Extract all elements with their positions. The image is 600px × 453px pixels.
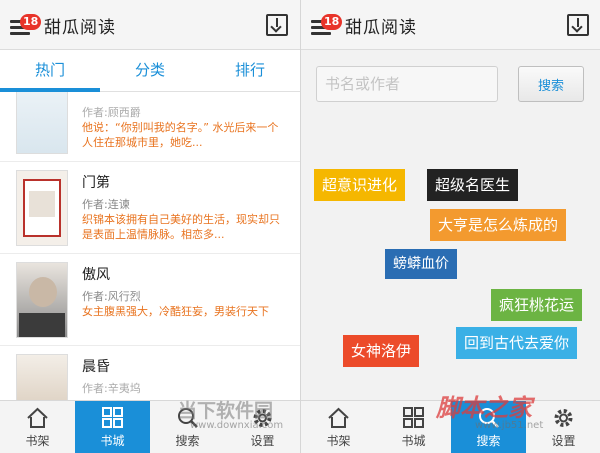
grid-icon	[403, 407, 424, 428]
search-input[interactable]	[316, 66, 498, 102]
tab-category[interactable]: 分类	[100, 50, 200, 92]
book-title: 门第	[82, 175, 110, 191]
hot-tag[interactable]: 女神洛伊	[343, 335, 420, 367]
list-item[interactable]: 傲风 作者:风行烈 女主腹黑强大，冷酷狂妄，男装行天下	[0, 254, 300, 346]
hot-tag[interactable]: 螃蟒血价	[385, 249, 457, 279]
book-description: 女主腹黑强大，冷酷狂妄，男装行天下	[82, 305, 269, 318]
search-button[interactable]: 搜索	[518, 66, 584, 102]
category-tabs: 热门 分类 排行	[0, 50, 300, 92]
watermark-text: 当下软件园	[178, 400, 274, 422]
bookstore-screen: 18 甜瓜阅读 热门 分类 排行 作者:顾西爵 他说：“你别叫我的名字。” 水光…	[0, 0, 300, 453]
book-author: 作者:辛夷坞	[82, 382, 141, 395]
book-cover	[16, 92, 68, 154]
home-icon	[328, 407, 349, 428]
watermark-text: 脚本之家	[436, 394, 532, 422]
book-author: 作者:风行烈	[82, 290, 141, 303]
nav-bookstore[interactable]: 书城	[75, 401, 150, 453]
nav-label: 搜索	[175, 434, 200, 448]
nav-bookshelf[interactable]: 书架	[301, 401, 376, 453]
gear-icon	[554, 409, 573, 427]
menu-button[interactable]: 18	[10, 14, 42, 38]
notification-badge: 18	[321, 14, 343, 30]
app-bar: 18 甜瓜阅读	[301, 0, 600, 50]
book-list: 作者:顾西爵 他说：“你别叫我的名字。” 水光后来一个人住在那城市里，她吃...…	[0, 92, 300, 400]
download-icon[interactable]	[266, 14, 288, 36]
book-cover	[16, 354, 68, 400]
nav-label: 搜索	[476, 434, 501, 448]
app-title: 甜瓜阅读	[345, 18, 417, 38]
hot-tag[interactable]: 超意识进化	[314, 169, 406, 201]
book-cover	[16, 170, 68, 246]
book-title: 晨昏	[82, 359, 110, 375]
nav-label: 设置	[250, 434, 275, 448]
book-cover	[16, 262, 68, 338]
book-author: 作者:连谏	[82, 198, 130, 211]
search-screen: 18 甜瓜阅读 搜索 超意识进化 超级名医生 大亨是怎么炼成的 螃蟒血价 疯狂桃…	[300, 0, 600, 453]
notification-badge: 18	[20, 14, 42, 30]
nav-label: 书城	[100, 434, 125, 448]
hot-tag[interactable]: 超级名医生	[427, 169, 519, 201]
download-icon[interactable]	[567, 14, 589, 36]
grid-icon	[102, 407, 123, 428]
watermark-url: www.downxia.com	[190, 420, 284, 431]
home-icon	[27, 407, 48, 428]
nav-label: 设置	[551, 434, 576, 448]
list-item[interactable]: 作者:顾西爵 他说：“你别叫我的名字。” 水光后来一个人住在那城市里，她吃...	[0, 92, 300, 162]
list-item[interactable]: 晨昏 作者:辛夷坞	[0, 346, 300, 400]
hot-tag[interactable]: 大亨是怎么炼成的	[430, 209, 567, 241]
hot-tag[interactable]: 疯狂桃花运	[491, 289, 583, 321]
book-title: 傲风	[82, 267, 110, 283]
app-bar: 18 甜瓜阅读	[0, 0, 300, 50]
tab-hot[interactable]: 热门	[0, 50, 100, 92]
nav-bookshelf[interactable]: 书架	[0, 401, 75, 453]
tab-ranking[interactable]: 排行	[200, 50, 300, 92]
hot-tag[interactable]: 回到古代去爱你	[456, 327, 578, 359]
book-description: 织锦本该拥有自己美好的生活，现实却只是表面上温情脉脉。相恋多...	[82, 213, 280, 241]
nav-label: 书城	[401, 434, 426, 448]
book-description: 他说：“你别叫我的名字。” 水光后来一个人住在那城市里，她吃...	[82, 121, 279, 149]
menu-button[interactable]: 18	[311, 14, 343, 38]
book-author: 作者:顾西爵	[82, 106, 141, 119]
list-item[interactable]: 门第 作者:连谏 织锦本该拥有自己美好的生活，现实却只是表面上温情脉脉。相恋多.…	[0, 162, 300, 254]
app-title: 甜瓜阅读	[44, 18, 116, 38]
nav-label: 书架	[25, 434, 50, 448]
nav-label: 书架	[326, 434, 351, 448]
watermark-url: www.jb51.net	[475, 420, 544, 431]
